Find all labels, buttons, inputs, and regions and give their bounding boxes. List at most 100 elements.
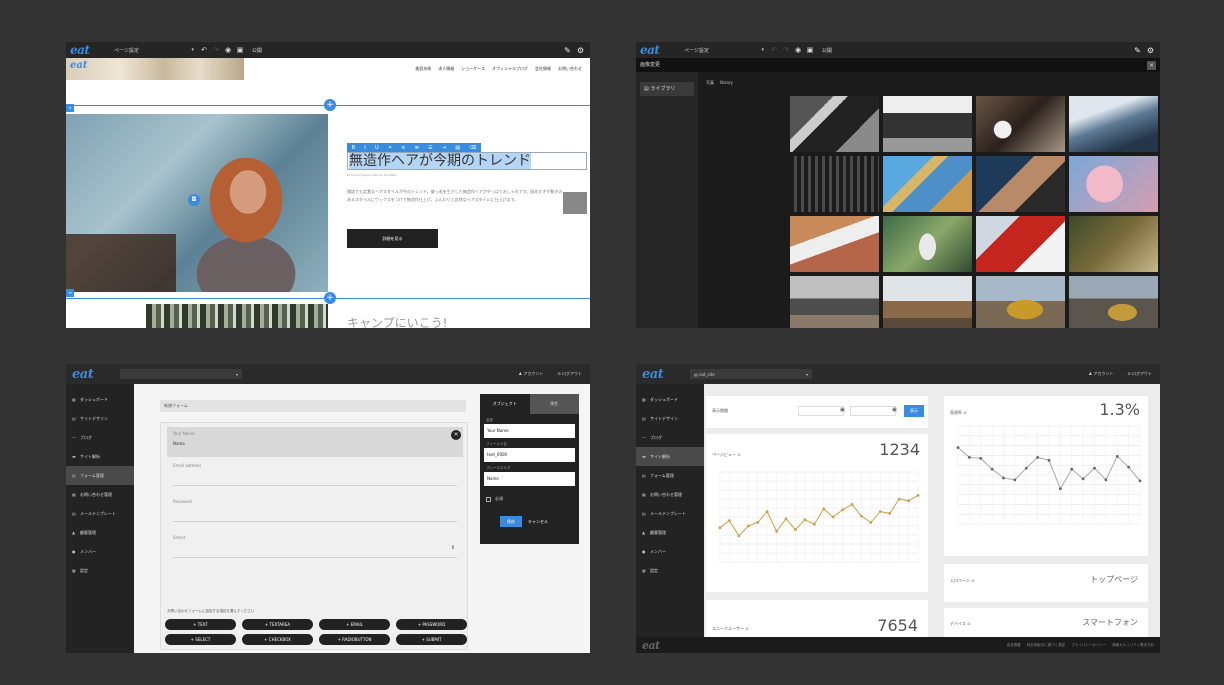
date-to-input[interactable] — [850, 406, 896, 416]
sidebar-item-library[interactable]: ▤ ライブラリ — [640, 82, 694, 96]
sidebar-item[interactable]: ▦ ダッシュボード — [636, 390, 704, 409]
save-button[interactable]: 保存 — [500, 516, 522, 527]
link-icon[interactable]: ⚭ — [388, 145, 392, 151]
add-radiobutton-button[interactable]: + RADIOBUTTON — [319, 634, 390, 645]
footer-link[interactable]: 特定商取引に基づく表記 — [1027, 643, 1066, 648]
undo-icon[interactable]: ↶ — [768, 46, 780, 54]
name-input[interactable]: Your Name — [484, 424, 575, 438]
sidebar-item[interactable]: ▲ 顧客管理 — [636, 523, 704, 542]
nav-item[interactable]: オフィシャルブログ — [492, 66, 528, 72]
footer-link[interactable]: プライバシーポリシー — [1071, 643, 1106, 648]
sidebar-item[interactable]: ▬ サイト解析 — [636, 447, 704, 466]
image-thumbnail[interactable] — [790, 156, 879, 212]
account-link[interactable]: ♟ アカウント — [1089, 371, 1114, 377]
camera-icon[interactable]: ◘ — [188, 194, 200, 206]
page-select[interactable]: ページ設定 ▾ — [110, 47, 198, 54]
save-icon[interactable]: ▣ — [804, 46, 816, 54]
footer-link[interactable]: 情報セキュリティ基本方針 — [1112, 643, 1154, 648]
sidebar-item[interactable]: ▲ 顧客管理 — [66, 523, 134, 542]
add-section-icon[interactable]: + — [324, 292, 336, 304]
logout-link[interactable]: ⊖ ログアウト — [557, 371, 582, 377]
gear-icon[interactable]: ⚙ — [1147, 46, 1154, 55]
gear-icon[interactable]: ⚙ — [577, 46, 584, 55]
image-thumbnail[interactable] — [1069, 276, 1158, 328]
nav-item[interactable]: ショーケース — [461, 66, 485, 72]
sidebar-item[interactable]: ● メンバー — [636, 542, 704, 561]
image-thumbnail[interactable] — [1069, 96, 1158, 152]
tab-library[interactable]: library — [720, 80, 733, 86]
add-checkbox-button[interactable]: + CHECKBOX — [242, 634, 313, 645]
undo-icon[interactable]: ↶ — [198, 46, 210, 54]
close-icon[interactable]: × — [1147, 61, 1156, 70]
add-textarea-button[interactable]: + TEXTAREA — [242, 619, 313, 630]
camp-photo[interactable] — [146, 304, 328, 328]
preview-icon[interactable]: ◉ — [792, 46, 804, 54]
image-thumbnail[interactable] — [976, 156, 1065, 212]
sidebar-item[interactable]: 〰ブログ — [636, 428, 704, 447]
logout-link[interactable]: ⊖ ログアウト — [1127, 371, 1152, 377]
sidebar-item[interactable]: 〰ブログ — [66, 428, 134, 447]
sidebar-item[interactable]: ▤ フォーム管理 — [66, 466, 134, 485]
section-handle-icon[interactable]: ≡ — [66, 104, 74, 112]
underline-icon[interactable]: U — [375, 145, 379, 151]
camp-heading[interactable]: キャンプにいこう! — [347, 314, 447, 328]
placeholder-input[interactable]: Name — [484, 472, 575, 486]
account-link[interactable]: ♟ アカウント — [519, 371, 544, 377]
form-field[interactable]: Select ⇕ — [167, 531, 463, 561]
calendar-icon[interactable]: ▣ — [892, 407, 897, 413]
add-password-button[interactable]: + PASSWORD — [396, 619, 467, 630]
sidebar-item[interactable]: ▤ メールテンプレート — [636, 504, 704, 523]
list-icon[interactable]: ☰ — [428, 145, 432, 151]
image-thumbnail[interactable] — [976, 216, 1065, 272]
image-thumbnail[interactable] — [1069, 216, 1158, 272]
clear-format-icon[interactable]: ⌫ — [469, 145, 476, 151]
sidebar-item[interactable]: ▤ メールテンプレート — [66, 504, 134, 523]
tab-photo[interactable]: 写真 — [706, 80, 714, 86]
indent-icon[interactable]: ⇥ — [442, 145, 446, 151]
calendar-icon[interactable]: ▣ — [840, 407, 845, 413]
sidebar-item[interactable]: ▬ サイト解析 — [66, 447, 134, 466]
image-thumbnail[interactable] — [883, 216, 972, 272]
show-button[interactable]: 表示 — [904, 405, 924, 417]
publish-button[interactable]: 公開 — [246, 47, 268, 54]
delete-field-icon[interactable]: × — [451, 430, 461, 440]
add-submit-button[interactable]: + SUBMIT — [396, 634, 467, 645]
bold-icon[interactable]: B — [352, 145, 355, 151]
nav-item[interactable]: 会社情報 — [535, 66, 551, 72]
image-thumbnail[interactable] — [883, 156, 972, 212]
headline-field[interactable]: 無造作ヘアが今期のトレンド — [347, 152, 587, 170]
section-handle-icon[interactable]: ≡ — [66, 289, 74, 297]
sidebar-item[interactable]: ● メンバー — [66, 542, 134, 561]
sidebar-item[interactable]: ▤ サイトデザイン — [636, 409, 704, 428]
add-section-icon[interactable]: + — [324, 99, 336, 111]
form-field[interactable]: Your Name Name × — [167, 427, 463, 457]
pencil-icon[interactable]: ✎ — [564, 46, 571, 55]
tab-attribute[interactable]: 属性 — [529, 394, 579, 414]
site-select[interactable]: ▾ — [120, 369, 242, 379]
side-tab[interactable] — [563, 192, 587, 214]
image-thumbnail[interactable] — [883, 276, 972, 328]
image-thumbnail[interactable] — [976, 96, 1065, 152]
redo-icon[interactable]: ↷ — [780, 46, 792, 54]
preview-icon[interactable]: ◉ — [222, 46, 234, 54]
site-select[interactable]: ▤ eat_site ▾ — [690, 369, 812, 379]
add-text-button[interactable]: + TEXT — [165, 619, 236, 630]
sidebar-item[interactable]: ▦ お問い合わせ管理 — [636, 485, 704, 504]
sidebar-item[interactable]: ▦ 設定 — [636, 561, 704, 580]
sidebar-item[interactable]: ▦ ダッシュボード — [66, 390, 134, 409]
align-left-icon[interactable]: ≡ — [401, 145, 405, 151]
form-field[interactable]: Email address — [167, 459, 463, 489]
sidebar-item[interactable]: ▤ サイトデザイン — [66, 409, 134, 428]
pencil-icon[interactable]: ✎ — [1134, 46, 1141, 55]
redo-icon[interactable]: ↷ — [210, 46, 222, 54]
form-field[interactable]: Password — [167, 495, 463, 525]
sidebar-item[interactable]: ▦ お問い合わせ管理 — [66, 485, 134, 504]
add-select-button[interactable]: + SELECT — [165, 634, 236, 645]
image-thumbnail[interactable] — [790, 216, 879, 272]
image-thumbnail[interactable] — [976, 276, 1065, 328]
image-thumbnail[interactable] — [883, 96, 972, 152]
nav-item[interactable]: 美容技術 — [415, 66, 431, 72]
sidebar-item[interactable]: ▦ 設定 — [66, 561, 134, 580]
detail-button[interactable]: 詳細を見る — [347, 229, 438, 248]
tab-object[interactable]: オブジェクト — [480, 394, 530, 414]
